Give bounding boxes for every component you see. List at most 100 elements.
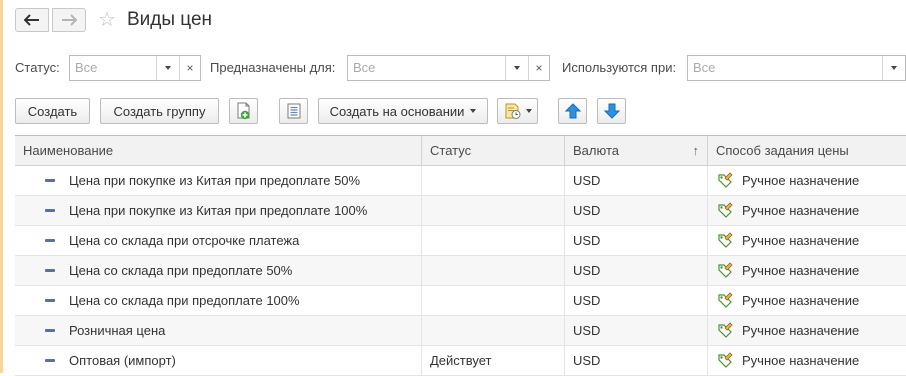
- name-cell: Цена при покупке из Китая при предоплате…: [15, 166, 422, 195]
- create-group-button[interactable]: Создать группу: [100, 98, 219, 124]
- usage-filter-value[interactable]: Все: [688, 56, 882, 80]
- column-header-currency[interactable]: Валюта ↑: [565, 136, 708, 165]
- method-cell: Ручное назначение: [708, 346, 906, 375]
- back-button[interactable]: [15, 8, 49, 32]
- status-cell: Действует: [422, 346, 565, 375]
- table-row[interactable]: Цена при покупке из Китая при предоплате…: [15, 166, 906, 196]
- status-cell: [422, 226, 565, 255]
- method-text: Ручное назначение: [742, 173, 860, 188]
- purpose-filter-label: Предназначены для:: [210, 60, 336, 75]
- usage-filter-field[interactable]: Все: [687, 55, 906, 81]
- method-cell: Ручное назначение: [708, 166, 906, 195]
- method-text: Ручное назначение: [742, 233, 860, 248]
- arrow-down-icon: [603, 103, 620, 119]
- purpose-filter-dropdown-button[interactable]: [505, 56, 528, 80]
- item-dash-icon: [45, 329, 55, 332]
- item-dash-icon: [45, 179, 55, 182]
- status-filter-field[interactable]: Все ×: [69, 55, 201, 81]
- status-filter-dropdown-button[interactable]: [156, 56, 179, 80]
- copy-button[interactable]: [229, 98, 258, 124]
- column-header-name[interactable]: Наименование: [15, 136, 422, 165]
- list-button[interactable]: [279, 98, 308, 124]
- currency-cell: USD: [565, 316, 708, 345]
- move-down-button[interactable]: [597, 98, 626, 124]
- create-button[interactable]: Создать: [15, 98, 90, 124]
- table-row[interactable]: Цена при покупке из Китая при предоплате…: [15, 196, 906, 226]
- name-cell: Цена со склада при предоплате 100%: [15, 286, 422, 315]
- page-title: Виды цен: [127, 9, 213, 30]
- table-row[interactable]: Цена со склада при предоплате 50% USD Ручн…: [15, 256, 906, 286]
- pencil-tag-icon: [718, 202, 733, 218]
- table-body: Цена при покупке из Китая при предоплате…: [15, 166, 906, 376]
- item-dash-icon: [45, 269, 55, 272]
- name-text: Цена со склада при предоплате 100%: [69, 293, 300, 308]
- pencil-tag-icon: [718, 232, 733, 248]
- status-cell: [422, 166, 565, 195]
- name-cell: Розничная цена: [15, 316, 422, 345]
- purpose-filter-field[interactable]: Все ×: [347, 55, 550, 81]
- name-text: Цена при покупке из Китая при предоплате…: [69, 173, 361, 188]
- method-text: Ручное назначение: [742, 293, 860, 308]
- purpose-filter-value[interactable]: Все: [348, 56, 505, 80]
- method-cell: Ручное назначение: [708, 226, 906, 255]
- sort-ascending-icon: ↑: [692, 143, 700, 158]
- table-header: Наименование Статус Валюта ↑ Способ зада…: [15, 136, 906, 166]
- chevron-down-icon: [525, 109, 532, 113]
- currency-cell: USD: [565, 226, 708, 255]
- currency-cell: USD: [565, 196, 708, 225]
- currency-cell: USD: [565, 346, 708, 375]
- add-document-icon: [237, 102, 249, 120]
- item-dash-icon: [45, 299, 55, 302]
- method-cell: Ручное назначение: [708, 286, 906, 315]
- pencil-tag-icon: [718, 262, 733, 278]
- column-header-currency-label: Валюта: [573, 143, 619, 158]
- report-menu-button[interactable]: [497, 98, 538, 124]
- name-cell: Цена при покупке из Китая при предоплате…: [15, 196, 422, 225]
- name-cell: Цена со склада при предоплате 50%: [15, 256, 422, 285]
- table-row[interactable]: Цена со склада при предоплате 100% USD Руч…: [15, 286, 906, 316]
- create-based-on-button[interactable]: Создать на основании: [318, 98, 488, 124]
- status-filter-value[interactable]: Все: [70, 56, 156, 80]
- name-text: Цена со склада при отсрочке платежа: [69, 233, 300, 248]
- method-cell: Ручное назначение: [708, 196, 906, 225]
- close-icon: ×: [535, 61, 543, 75]
- method-text: Ручное назначение: [742, 353, 860, 368]
- item-dash-icon: [45, 209, 55, 212]
- chevron-down-icon: [514, 66, 520, 70]
- currency-cell: USD: [565, 286, 708, 315]
- name-cell: Оптовая (импорт): [15, 346, 422, 375]
- arrow-left-icon: [24, 14, 39, 26]
- currency-cell: USD: [565, 256, 708, 285]
- usage-filter-dropdown-button[interactable]: [882, 56, 905, 80]
- name-text: Цена при покупке из Китая при предоплате…: [69, 203, 368, 218]
- item-dash-icon: [45, 239, 55, 242]
- currency-cell: USD: [565, 166, 708, 195]
- method-cell: Ручное назначение: [708, 256, 906, 285]
- arrow-up-icon: [564, 103, 581, 119]
- table-row[interactable]: Оптовая (импорт) Действует USD Ручное назна…: [15, 346, 906, 376]
- method-text: Ручное назначение: [742, 323, 860, 338]
- status-filter-clear-button[interactable]: ×: [179, 56, 200, 80]
- name-text: Оптовая (импорт): [69, 353, 176, 368]
- move-up-button[interactable]: [558, 98, 587, 124]
- chevron-down-icon: [165, 66, 171, 70]
- status-cell: [422, 256, 565, 285]
- status-filter-label: Статус:: [15, 60, 60, 75]
- close-icon: ×: [186, 61, 194, 75]
- method-cell: Ручное назначение: [708, 316, 906, 345]
- window-left-edge: [0, 0, 3, 373]
- column-header-status[interactable]: Статус: [422, 136, 565, 165]
- usage-filter-label: Используются при:: [562, 60, 677, 75]
- status-cell: [422, 196, 565, 225]
- forward-button[interactable]: [52, 8, 86, 32]
- name-text: Цена со склада при предоплате 50%: [69, 263, 293, 278]
- star-icon[interactable]: ☆: [98, 8, 116, 32]
- table-row[interactable]: Цена со склада при отсрочке платежа USD Ру…: [15, 226, 906, 256]
- arrow-right-icon: [62, 14, 77, 26]
- pencil-tag-icon: [718, 172, 733, 188]
- column-header-method[interactable]: Способ задания цены: [708, 136, 906, 165]
- list-icon: [287, 103, 300, 119]
- table-row[interactable]: Розничная цена USD Ручное назначение: [15, 316, 906, 346]
- price-types-table: Наименование Статус Валюта ↑ Способ зада…: [15, 135, 906, 376]
- purpose-filter-clear-button[interactable]: ×: [528, 56, 549, 80]
